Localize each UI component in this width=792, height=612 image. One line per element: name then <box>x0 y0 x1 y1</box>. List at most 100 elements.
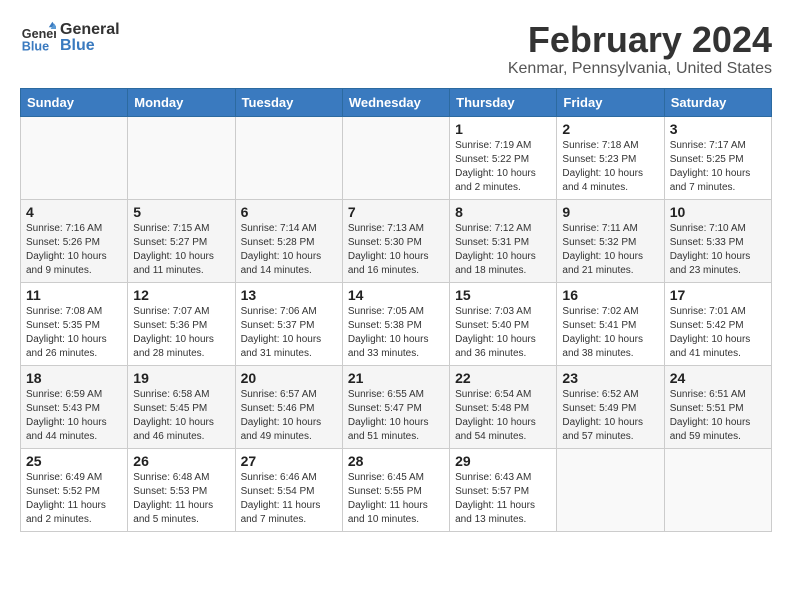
calendar-cell: 2 Sunrise: 7:18 AMSunset: 5:23 PMDaylight… <box>557 116 664 199</box>
logo-icon: General Blue <box>20 20 56 56</box>
day-info: Sunrise: 6:54 AMSunset: 5:48 PMDaylight:… <box>455 388 551 444</box>
day-number: 17 <box>670 287 766 303</box>
weekday-tuesday: Tuesday <box>235 88 342 116</box>
calendar-body: 1 Sunrise: 7:19 AMSunset: 5:22 PMDaylight… <box>21 116 772 531</box>
calendar-cell: 5 Sunrise: 7:15 AMSunset: 5:27 PMDaylight… <box>128 199 235 282</box>
day-info: Sunrise: 6:46 AMSunset: 5:54 PMDaylight:… <box>241 471 337 527</box>
day-number: 25 <box>26 453 122 469</box>
day-info: Sunrise: 6:58 AMSunset: 5:45 PMDaylight:… <box>133 388 229 444</box>
day-number: 27 <box>241 453 337 469</box>
day-info: Sunrise: 7:06 AMSunset: 5:37 PMDaylight:… <box>241 305 337 361</box>
day-number: 4 <box>26 204 122 220</box>
calendar-header: SundayMondayTuesdayWednesdayThursdayFrid… <box>21 88 772 116</box>
day-info: Sunrise: 7:15 AMSunset: 5:27 PMDaylight:… <box>133 222 229 278</box>
day-info: Sunrise: 7:14 AMSunset: 5:28 PMDaylight:… <box>241 222 337 278</box>
week-row-1: 1 Sunrise: 7:19 AMSunset: 5:22 PMDaylight… <box>21 116 772 199</box>
calendar-cell: 4Sunrise: 7:16 AMSunset: 5:26 PMDaylight… <box>21 199 128 282</box>
day-number: 13 <box>241 287 337 303</box>
day-info: Sunrise: 7:12 AMSunset: 5:31 PMDaylight:… <box>455 222 551 278</box>
day-number: 8 <box>455 204 551 220</box>
day-number: 18 <box>26 370 122 386</box>
calendar-table: SundayMondayTuesdayWednesdayThursdayFrid… <box>20 88 772 532</box>
day-number: 12 <box>133 287 229 303</box>
day-info: Sunrise: 6:57 AMSunset: 5:46 PMDaylight:… <box>241 388 337 444</box>
calendar-cell <box>128 116 235 199</box>
weekday-sunday: Sunday <box>21 88 128 116</box>
day-info: Sunrise: 6:55 AMSunset: 5:47 PMDaylight:… <box>348 388 444 444</box>
calendar-cell: 6 Sunrise: 7:14 AMSunset: 5:28 PMDaylight… <box>235 199 342 282</box>
day-number: 1 <box>455 121 551 137</box>
day-number: 7 <box>348 204 444 220</box>
day-number: 26 <box>133 453 229 469</box>
calendar-cell: 7 Sunrise: 7:13 AMSunset: 5:30 PMDaylight… <box>342 199 449 282</box>
calendar-cell: 17 Sunrise: 7:01 AMSunset: 5:42 PMDayligh… <box>664 282 771 365</box>
day-number: 5 <box>133 204 229 220</box>
day-info: Sunrise: 6:43 AMSunset: 5:57 PMDaylight:… <box>455 471 551 527</box>
logo-blue: Blue <box>60 38 120 54</box>
day-number: 28 <box>348 453 444 469</box>
day-number: 24 <box>670 370 766 386</box>
day-info: Sunrise: 6:51 AMSunset: 5:51 PMDaylight:… <box>670 388 766 444</box>
day-number: 10 <box>670 204 766 220</box>
day-number: 22 <box>455 370 551 386</box>
day-number: 6 <box>241 204 337 220</box>
logo-general: General <box>60 22 120 38</box>
day-number: 21 <box>348 370 444 386</box>
calendar-cell: 21 Sunrise: 6:55 AMSunset: 5:47 PMDayligh… <box>342 365 449 448</box>
day-info: Sunrise: 7:07 AMSunset: 5:36 PMDaylight:… <box>133 305 229 361</box>
calendar-cell: 22 Sunrise: 6:54 AMSunset: 5:48 PMDayligh… <box>450 365 557 448</box>
day-number: 23 <box>562 370 658 386</box>
svg-text:Blue: Blue <box>22 40 49 54</box>
calendar-cell <box>557 448 664 531</box>
logo: General Blue General Blue <box>20 20 120 56</box>
calendar-cell <box>664 448 771 531</box>
calendar-cell: 14Sunrise: 7:05 AMSunset: 5:38 PMDayligh… <box>342 282 449 365</box>
calendar-cell: 16Sunrise: 7:02 AMSunset: 5:41 PMDayligh… <box>557 282 664 365</box>
calendar-cell: 13 Sunrise: 7:06 AMSunset: 5:37 PMDayligh… <box>235 282 342 365</box>
weekday-header-row: SundayMondayTuesdayWednesdayThursdayFrid… <box>21 88 772 116</box>
day-info: Sunrise: 7:08 AMSunset: 5:35 PMDaylight:… <box>26 305 122 361</box>
calendar-cell: 10 Sunrise: 7:10 AMSunset: 5:33 PMDayligh… <box>664 199 771 282</box>
calendar-cell: 25 Sunrise: 6:49 AMSunset: 5:52 PMDayligh… <box>21 448 128 531</box>
week-row-3: 11 Sunrise: 7:08 AMSunset: 5:35 PMDayligh… <box>21 282 772 365</box>
week-row-5: 25 Sunrise: 6:49 AMSunset: 5:52 PMDayligh… <box>21 448 772 531</box>
day-info: Sunrise: 6:49 AMSunset: 5:52 PMDaylight:… <box>26 471 122 527</box>
title-area: February 2024 Kenmar, Pennsylvania, Unit… <box>508 20 772 78</box>
day-number: 11 <box>26 287 122 303</box>
day-info: Sunrise: 6:52 AMSunset: 5:49 PMDaylight:… <box>562 388 658 444</box>
calendar-cell: 12 Sunrise: 7:07 AMSunset: 5:36 PMDayligh… <box>128 282 235 365</box>
day-info: Sunrise: 7:17 AMSunset: 5:25 PMDaylight:… <box>670 139 766 195</box>
calendar-cell: 23 Sunrise: 6:52 AMSunset: 5:49 PMDayligh… <box>557 365 664 448</box>
calendar-cell <box>21 116 128 199</box>
weekday-wednesday: Wednesday <box>342 88 449 116</box>
day-info: Sunrise: 7:19 AMSunset: 5:22 PMDaylight:… <box>455 139 551 195</box>
calendar-cell: 19Sunrise: 6:58 AMSunset: 5:45 PMDayligh… <box>128 365 235 448</box>
calendar-cell <box>342 116 449 199</box>
day-info: Sunrise: 7:11 AMSunset: 5:32 PMDaylight:… <box>562 222 658 278</box>
calendar-cell: 29Sunrise: 6:43 AMSunset: 5:57 PMDayligh… <box>450 448 557 531</box>
week-row-4: 18Sunrise: 6:59 AMSunset: 5:43 PMDayligh… <box>21 365 772 448</box>
calendar-cell <box>235 116 342 199</box>
calendar-title: February 2024 <box>508 20 772 60</box>
weekday-friday: Friday <box>557 88 664 116</box>
day-info: Sunrise: 7:18 AMSunset: 5:23 PMDaylight:… <box>562 139 658 195</box>
day-info: Sunrise: 7:10 AMSunset: 5:33 PMDaylight:… <box>670 222 766 278</box>
calendar-cell: 9Sunrise: 7:11 AMSunset: 5:32 PMDaylight… <box>557 199 664 282</box>
week-row-2: 4Sunrise: 7:16 AMSunset: 5:26 PMDaylight… <box>21 199 772 282</box>
day-number: 20 <box>241 370 337 386</box>
calendar-cell: 26Sunrise: 6:48 AMSunset: 5:53 PMDayligh… <box>128 448 235 531</box>
day-number: 2 <box>562 121 658 137</box>
day-number: 14 <box>348 287 444 303</box>
calendar-cell: 18Sunrise: 6:59 AMSunset: 5:43 PMDayligh… <box>21 365 128 448</box>
calendar-cell: 20 Sunrise: 6:57 AMSunset: 5:46 PMDayligh… <box>235 365 342 448</box>
day-info: Sunrise: 7:01 AMSunset: 5:42 PMDaylight:… <box>670 305 766 361</box>
day-info: Sunrise: 7:02 AMSunset: 5:41 PMDaylight:… <box>562 305 658 361</box>
page-header: General Blue General Blue February 2024 … <box>20 20 772 78</box>
day-info: Sunrise: 7:13 AMSunset: 5:30 PMDaylight:… <box>348 222 444 278</box>
day-info: Sunrise: 7:03 AMSunset: 5:40 PMDaylight:… <box>455 305 551 361</box>
calendar-cell: 1 Sunrise: 7:19 AMSunset: 5:22 PMDaylight… <box>450 116 557 199</box>
calendar-cell: 11 Sunrise: 7:08 AMSunset: 5:35 PMDayligh… <box>21 282 128 365</box>
calendar-cell: 27 Sunrise: 6:46 AMSunset: 5:54 PMDayligh… <box>235 448 342 531</box>
weekday-monday: Monday <box>128 88 235 116</box>
calendar-cell: 15Sunrise: 7:03 AMSunset: 5:40 PMDayligh… <box>450 282 557 365</box>
